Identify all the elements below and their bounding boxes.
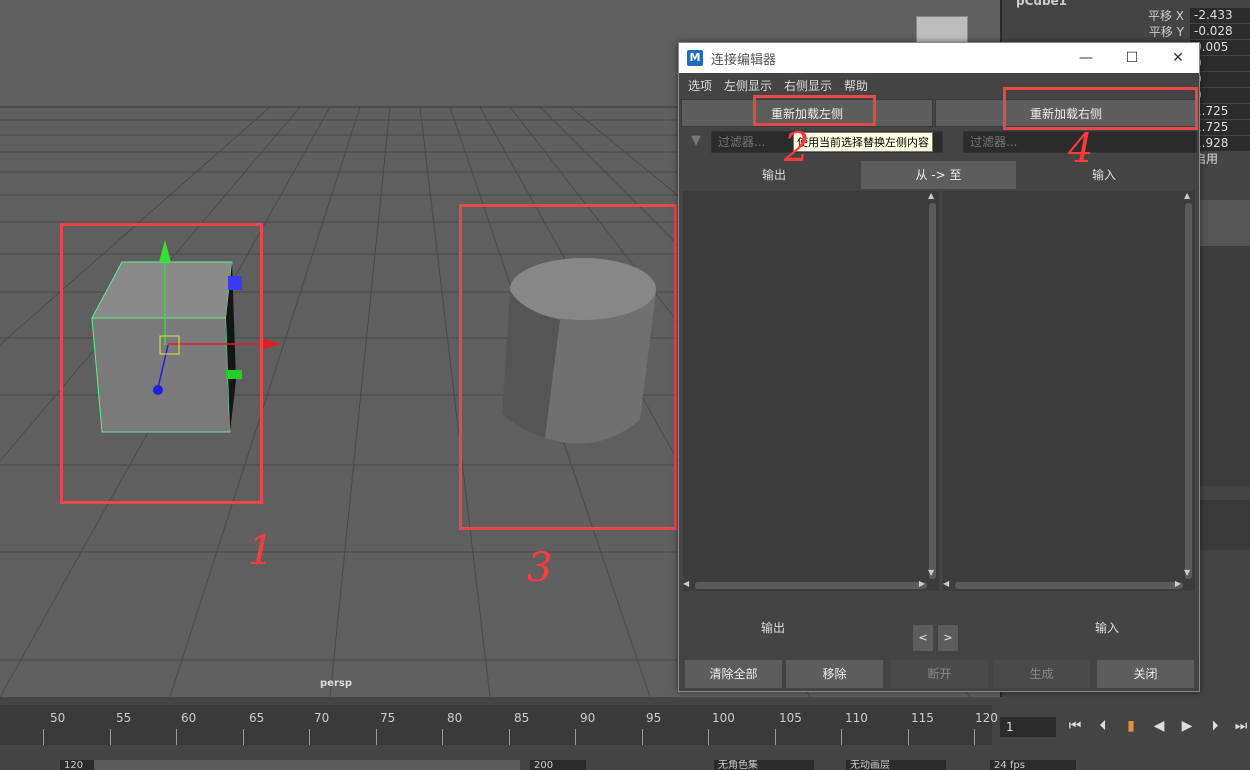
- play-forward-icon[interactable]: ▶: [1176, 715, 1198, 737]
- filter-row: ▼: [681, 131, 1197, 155]
- output-list-hscroll[interactable]: ◀ ▶: [683, 579, 939, 591]
- go-to-start-icon[interactable]: ⏮: [1064, 715, 1086, 737]
- tick-label: 50: [50, 711, 66, 725]
- attr-row[interactable]: 平移 Y -0.028: [1130, 23, 1250, 39]
- from-to-toggle[interactable]: 从 -> 至: [861, 161, 1016, 189]
- range-slider[interactable]: [94, 760, 520, 770]
- output-list-vscroll[interactable]: ▲ ▼: [927, 191, 937, 591]
- node-name: pCube1: [1016, 0, 1068, 8]
- character-set-dropdown[interactable]: 无角色集: [714, 760, 814, 770]
- maya-app-icon: M: [687, 50, 703, 66]
- input-list-hscroll[interactable]: ◀ ▶: [943, 579, 1195, 591]
- output-footer-label: 输出: [761, 621, 786, 635]
- tick-label: 65: [249, 711, 265, 725]
- time-slider[interactable]: 50 55 60 65 70 75 80 85 90 95 100 105 11…: [0, 697, 1250, 752]
- annotation-number-3: 3: [527, 545, 553, 591]
- tick-label: 90: [580, 711, 596, 725]
- tick-label: 70: [314, 711, 330, 725]
- input-list-vscroll[interactable]: ▲ ▼: [1183, 191, 1193, 591]
- tick-label: 60: [181, 711, 197, 725]
- menu-help[interactable]: 帮助: [844, 77, 868, 94]
- tick-label: 80: [447, 711, 463, 725]
- connection-editor-dialog: M 连接编辑器 — ☐ ✕ 选项 左侧显示 右侧显示 帮助 重新加载左侧 重新加…: [678, 42, 1200, 692]
- tick-label: 105: [779, 711, 802, 725]
- step-forward-key-icon[interactable]: ⏵: [1204, 715, 1226, 737]
- nav-prev-button[interactable]: <: [913, 625, 933, 651]
- annotation-box-4: [1003, 87, 1198, 130]
- title-bar[interactable]: M 连接编辑器 — ☐ ✕: [679, 43, 1199, 73]
- step-back-key-icon[interactable]: ⏴: [1092, 715, 1114, 737]
- anim-layer-dropdown[interactable]: 无动画层: [846, 760, 946, 770]
- dialog-title: 连接编辑器: [711, 52, 777, 68]
- attr-row[interactable]: 平移 X -2.433: [1130, 7, 1250, 23]
- nav-next-button[interactable]: >: [938, 625, 958, 651]
- tick-label: 55: [116, 711, 132, 725]
- step-back-frame-icon[interactable]: ▮: [1120, 715, 1142, 737]
- close-button[interactable]: 关闭: [1097, 660, 1194, 688]
- menu-options[interactable]: 选项: [688, 77, 712, 94]
- annotation-number-4: 4: [1068, 126, 1094, 172]
- output-list[interactable]: ▲ ▼ ◀ ▶: [683, 191, 939, 591]
- annotation-box-2: [753, 95, 876, 126]
- camera-label: persp: [320, 678, 352, 689]
- maximize-icon[interactable]: ☐: [1109, 43, 1155, 73]
- annotation-number-2: 2: [784, 125, 810, 171]
- break-button[interactable]: 断开: [891, 660, 988, 688]
- play-backward-icon[interactable]: ◀: [1148, 715, 1170, 737]
- tick-label: 75: [380, 711, 396, 725]
- minimize-icon[interactable]: —: [1063, 43, 1109, 73]
- input-header: 输入: [1091, 168, 1116, 182]
- tick-label: 115: [911, 711, 934, 725]
- tick-label: 85: [514, 711, 530, 725]
- close-icon[interactable]: ✕: [1155, 43, 1201, 73]
- go-to-end-icon[interactable]: ⏭: [1230, 715, 1250, 737]
- output-header: 输出: [761, 168, 786, 182]
- remove-button[interactable]: 移除: [786, 660, 883, 688]
- filter-icon: ▼: [691, 133, 701, 148]
- tick-label: 95: [646, 711, 662, 725]
- range-end-field[interactable]: 200: [530, 760, 586, 770]
- menu-left-display[interactable]: 左侧显示: [724, 77, 772, 94]
- annotation-box-1: [60, 223, 263, 504]
- annotation-box-3: [459, 204, 677, 530]
- input-list[interactable]: ▲ ▼ ◀ ▶: [943, 191, 1195, 591]
- tick-label: 120: [975, 711, 998, 725]
- range-slider-bar: 120 200 无角色集 无动画层 24 fps: [0, 752, 1250, 770]
- current-frame-field[interactable]: 1: [1000, 717, 1056, 737]
- tick-label: 100: [712, 711, 735, 725]
- time-ruler[interactable]: 50 55 60 65 70 75 80 85 90 95 100 105 11…: [0, 705, 998, 745]
- tick-label: 110: [845, 711, 868, 725]
- make-button[interactable]: 生成: [993, 660, 1090, 688]
- clear-all-button[interactable]: 清除全部: [685, 660, 782, 688]
- fps-dropdown[interactable]: 24 fps: [990, 760, 1076, 770]
- annotation-number-1: 1: [248, 528, 274, 574]
- input-footer-label: 输入: [1095, 621, 1120, 635]
- menu-right-display[interactable]: 右侧显示: [784, 77, 832, 94]
- reload-left-tooltip: 使用当前选择替换左侧内容: [793, 132, 933, 152]
